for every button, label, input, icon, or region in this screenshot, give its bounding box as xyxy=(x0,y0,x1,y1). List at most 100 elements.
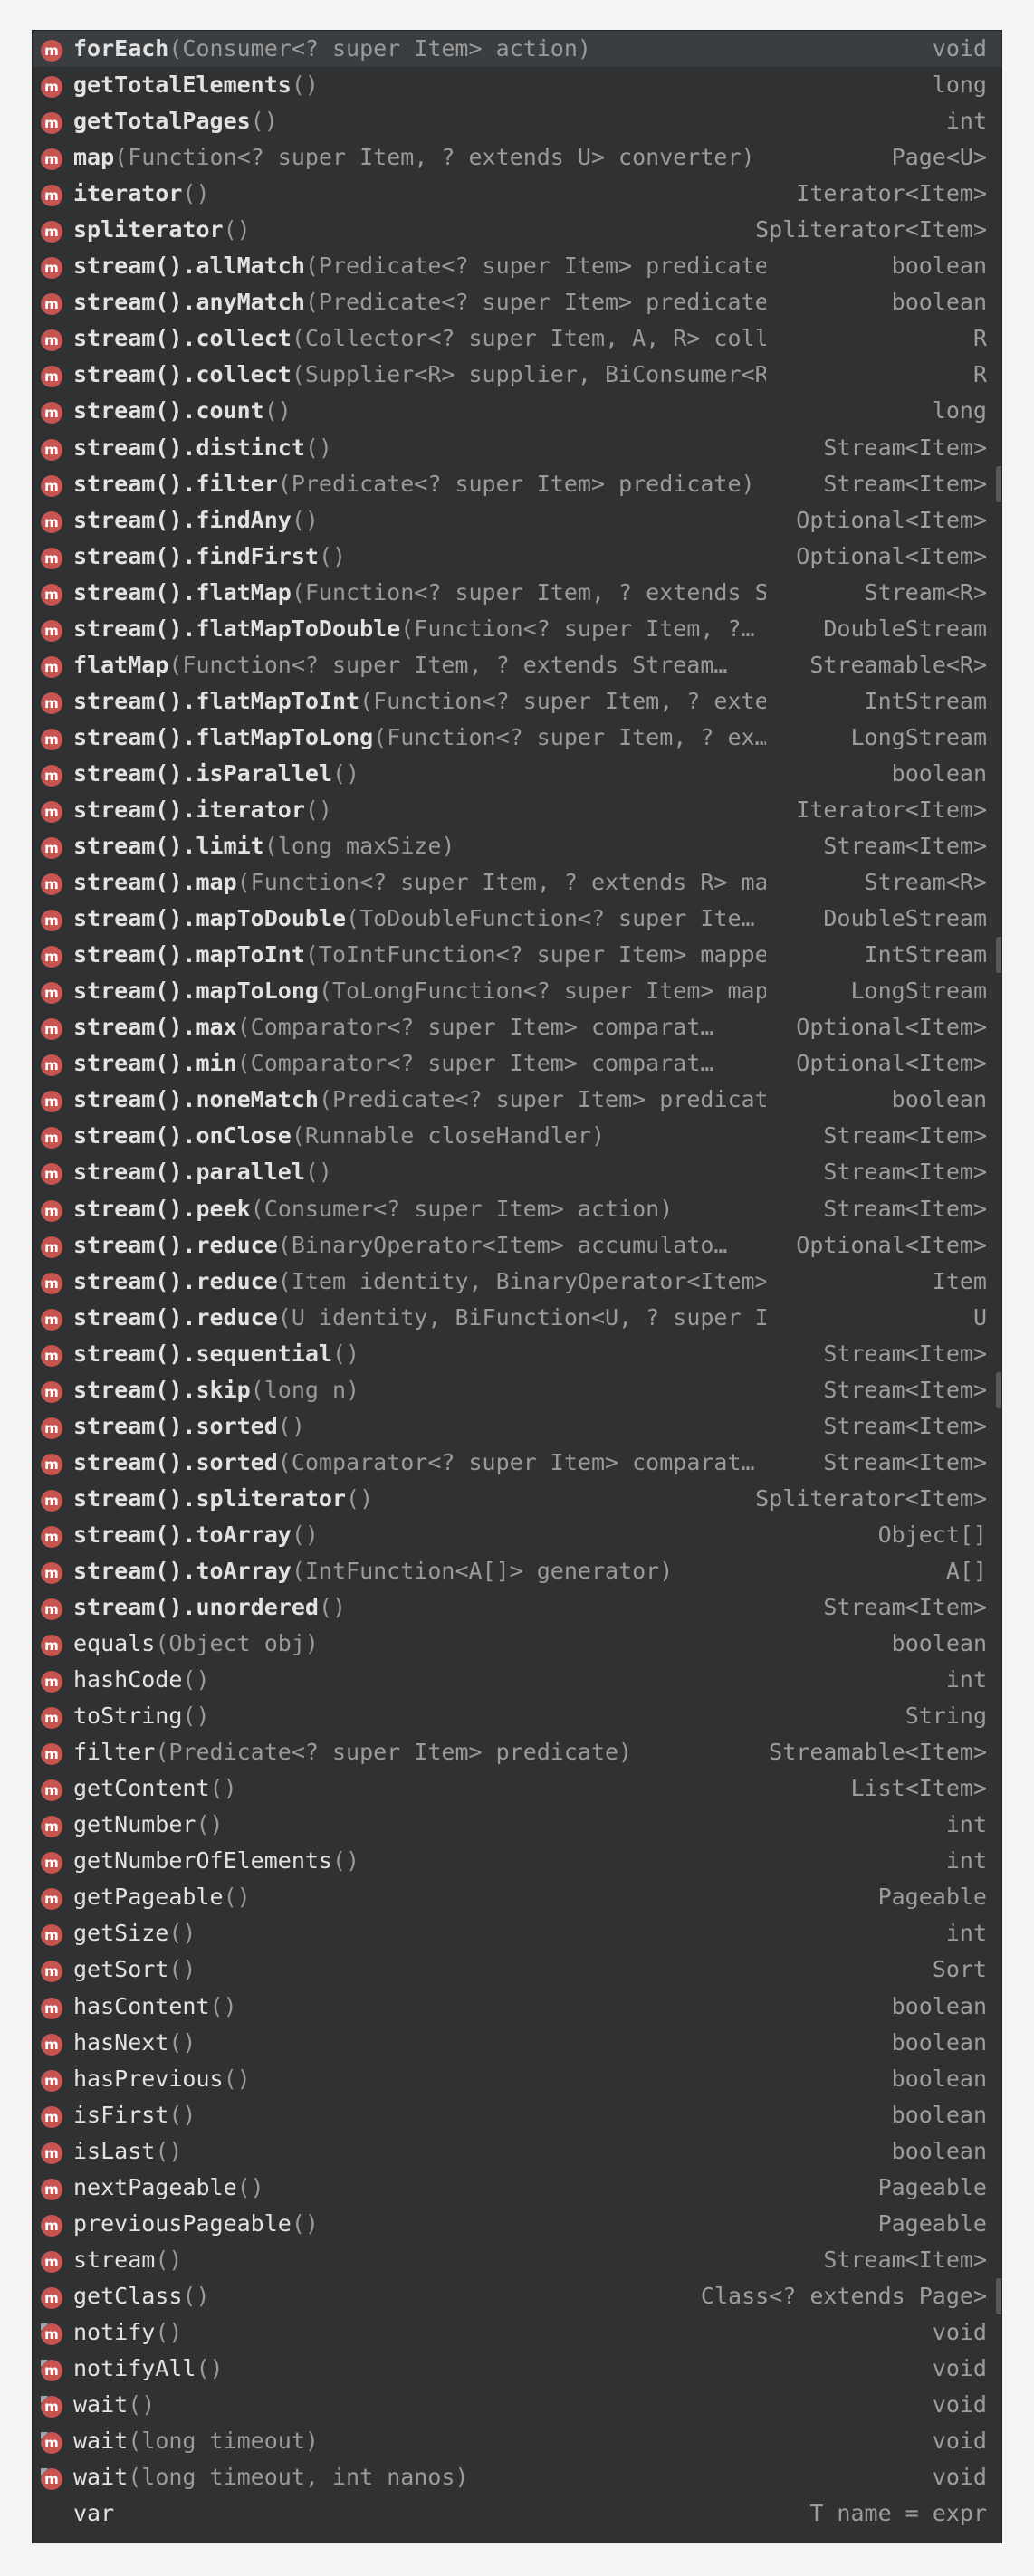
completion-item[interactable]: m getPageable() Pageable xyxy=(33,1879,1001,1916)
completion-item[interactable]: m stream().onClose(Runnable closeHandler)… xyxy=(33,1118,1001,1155)
completion-item[interactable]: m hasContent() boolean xyxy=(33,1988,1001,2025)
completion-item-params: () xyxy=(128,2391,156,2419)
completion-item[interactable]: m forEach(Consumer<? super Item> action) v… xyxy=(33,31,1001,68)
svg-text:m: m xyxy=(44,731,59,748)
scrollbar-thumb[interactable] xyxy=(996,2277,1001,2314)
completion-item-name: stream().reduce xyxy=(73,1267,278,1294)
completion-item[interactable]: m isFirst() boolean xyxy=(33,2096,1001,2133)
completion-item[interactable]: m map(Function<? super Item, ? extends U>… xyxy=(33,139,1001,177)
completion-item[interactable]: m stream().distinct() Stream<Item> xyxy=(33,429,1001,466)
completion-item[interactable]: m notifyAll() void xyxy=(33,2351,1001,2387)
completion-item[interactable]: m stream().parallel() Stream<Item> xyxy=(33,1154,1001,1191)
completion-item-type: LongStream xyxy=(838,973,987,1010)
completion-item[interactable]: m stream().collect(Supplier<R> supplier, … xyxy=(33,357,1001,394)
completion-item[interactable]: m stream().sequential() Stream<Item> xyxy=(33,1335,1001,1372)
completion-item[interactable]: m hashCode() int xyxy=(33,1662,1001,1699)
completion-item[interactable]: m stream().toArray(IntFunction<A[]> gener… xyxy=(33,1552,1001,1589)
completion-item[interactable]: m stream().findFirst() Optional<Item> xyxy=(33,538,1001,575)
completion-item[interactable]: m notify() void xyxy=(33,2314,1001,2351)
completion-item[interactable]: m stream().allMatch(Predicate<? super Ite… xyxy=(33,248,1001,285)
method-icon: m xyxy=(40,1234,63,1258)
completion-item[interactable]: m spliterator() Spliterator<Item> xyxy=(33,212,1001,249)
scrollbar-thumb[interactable] xyxy=(996,1371,1001,1408)
completion-item-text: nextPageable() xyxy=(73,2170,766,2206)
completion-item[interactable]: m filter(Predicate<? super Item> predicat… xyxy=(33,1734,1001,1771)
scrollbar-thumb[interactable] xyxy=(996,465,1001,502)
completion-item[interactable]: m nextPageable() Pageable xyxy=(33,2169,1001,2206)
completion-item-name: map xyxy=(73,144,115,171)
completion-item[interactable]: m stream().count() long xyxy=(33,393,1001,430)
completion-item[interactable]: m stream().reduce(BinaryOperator<Item> ac… xyxy=(33,1226,1001,1264)
completion-item[interactable]: m stream().sorted() Stream<Item> xyxy=(33,1407,1001,1445)
completion-item[interactable]: m stream() Stream<Item> xyxy=(33,2241,1001,2278)
method-icon: m xyxy=(40,1415,63,1439)
completion-item[interactable]: m stream().toArray() Object[] xyxy=(33,1516,1001,1553)
completion-item[interactable]: var T name = expr xyxy=(33,2495,1001,2533)
completion-item[interactable]: m getTotalPages() int xyxy=(33,103,1001,140)
completion-item[interactable]: m wait() void xyxy=(33,2387,1001,2424)
completion-item[interactable]: m flatMap(Function<? super Item, ? extend… xyxy=(33,646,1001,683)
completion-item-type: Stream<Item> xyxy=(810,1154,987,1191)
completion-item-params: () xyxy=(168,1920,196,1947)
completion-item[interactable]: m toString() String xyxy=(33,1698,1001,1735)
method-icon: m xyxy=(40,472,63,497)
completion-item-name: stream().toArray xyxy=(73,1557,292,1584)
completion-item[interactable]: m stream().map(Function<? super Item, ? e… xyxy=(33,864,1001,902)
completion-item[interactable]: m stream().min(Comparator<? super Item> c… xyxy=(33,1045,1001,1083)
completion-item[interactable]: m stream().unordered() Stream<Item> xyxy=(33,1589,1001,1627)
completion-item[interactable]: m stream().noneMatch(Predicate<? super It… xyxy=(33,1082,1001,1119)
completion-item-text: stream().parallel() xyxy=(73,1154,766,1190)
completion-item-name: getTotalElements xyxy=(73,72,292,99)
completion-item-params: () xyxy=(263,397,292,425)
completion-item[interactable]: m getContent() List<Item> xyxy=(33,1770,1001,1808)
completion-item[interactable]: m stream().peek(Consumer<? super Item> ac… xyxy=(33,1190,1001,1227)
completion-item[interactable]: m stream().spliterator() Spliterator<Item> xyxy=(33,1480,1001,1517)
completion-item[interactable]: m getNumber() int xyxy=(33,1807,1001,1844)
completion-item-text: getNumber() xyxy=(73,1807,766,1843)
completion-item[interactable]: m stream().max(Comparator<? super Item> c… xyxy=(33,1009,1001,1046)
completion-item-text: stream().unordered() xyxy=(73,1589,766,1626)
completion-item[interactable]: m isLast() boolean xyxy=(33,2132,1001,2170)
completion-item[interactable]: m stream().flatMapToInt(Function<? super … xyxy=(33,682,1001,720)
completion-item[interactable]: m stream().mapToLong(ToLongFunction<? sup… xyxy=(33,973,1001,1010)
completion-item[interactable]: m getSort() Sort xyxy=(33,1951,1001,1989)
method-icon: m xyxy=(40,1849,63,1875)
scrollbar-thumb[interactable] xyxy=(996,937,1001,974)
completion-item[interactable]: m wait(long timeout, int nanos) void xyxy=(33,2459,1001,2496)
completion-item[interactable]: m stream().mapToInt(ToIntFunction<? super… xyxy=(33,937,1001,974)
method-icon: m xyxy=(40,1596,63,1621)
completion-item[interactable]: m hasNext() boolean xyxy=(33,2024,1001,2061)
completion-item[interactable]: m stream().sorted(Comparator<? super Item… xyxy=(33,1444,1001,1481)
completion-item[interactable]: m iterator() Iterator<Item> xyxy=(33,176,1001,213)
completion-item[interactable]: m stream().reduce(U identity, BiFunction<… xyxy=(33,1299,1001,1336)
completion-item[interactable]: m getClass() Class<? extends Page> xyxy=(33,2277,1001,2314)
completion-item-params: (long maxSize) xyxy=(263,833,455,860)
completion-item[interactable]: m stream().iterator() Iterator<Item> xyxy=(33,791,1001,828)
completion-item[interactable]: m stream().reduce(Item identity, BinaryOp… xyxy=(33,1263,1001,1300)
completion-item[interactable]: m hasPrevious() boolean xyxy=(33,2060,1001,2097)
completion-item-params: () xyxy=(168,2101,196,2128)
completion-item[interactable]: m previousPageable() Pageable xyxy=(33,2205,1001,2242)
completion-item-params: () xyxy=(168,1956,196,1983)
completion-item[interactable]: m stream().mapToDouble(ToDoubleFunction<?… xyxy=(33,901,1001,938)
completion-item[interactable]: m equals(Object obj) boolean xyxy=(33,1626,1001,1663)
completion-item[interactable]: m stream().isParallel() boolean xyxy=(33,755,1001,792)
completion-item[interactable]: m stream().flatMapToDouble(Function<? sup… xyxy=(33,610,1001,647)
completion-item[interactable]: m getSize() int xyxy=(33,1915,1001,1952)
completion-item[interactable]: m getNumberOfElements() int xyxy=(33,1843,1001,1880)
completion-item[interactable]: m stream().flatMapToLong(Function<? super… xyxy=(33,719,1001,756)
method-icon: m xyxy=(40,327,63,352)
completion-item[interactable]: m stream().flatMap(Function<? super Item,… xyxy=(33,574,1001,611)
svg-text:m: m xyxy=(44,587,59,603)
completion-item[interactable]: m stream().collect(Collector<? super Item… xyxy=(33,320,1001,358)
completion-item[interactable]: m stream().limit(long maxSize) Stream<Item… xyxy=(33,828,1001,865)
svg-text:m: m xyxy=(44,2145,59,2161)
completion-item[interactable]: m stream().anyMatch(Predicate<? super Ite… xyxy=(33,284,1001,321)
completion-item[interactable]: m wait(long timeout) void xyxy=(33,2423,1001,2460)
completion-item[interactable]: m getTotalElements() long xyxy=(33,67,1001,104)
svg-text:m: m xyxy=(44,1093,59,1110)
completion-item[interactable]: m stream().findAny() Optional<Item> xyxy=(33,501,1001,539)
completion-item[interactable]: m stream().filter(Predicate<? super Item>… xyxy=(33,465,1001,502)
completion-item[interactable]: m stream().skip(long n) Stream<Item> xyxy=(33,1371,1001,1408)
completion-item-params: (BinaryOperator<Item> accumulato… xyxy=(277,1231,728,1258)
